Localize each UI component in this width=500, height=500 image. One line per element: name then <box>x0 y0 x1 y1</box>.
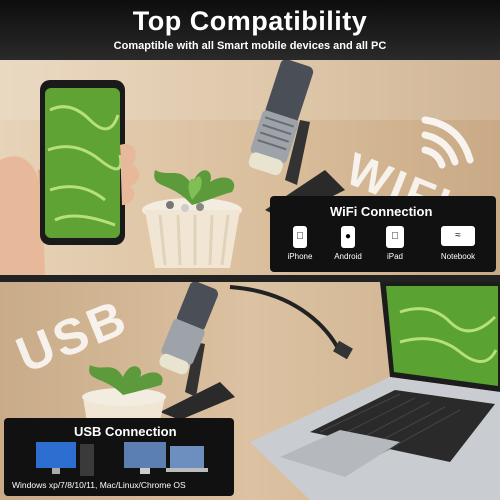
ipad-icon:  <box>386 226 404 248</box>
computer-devices-icon <box>36 442 208 476</box>
device-android: ● Android <box>328 226 368 261</box>
header-banner: Top Compatibility Comaptible with all Sm… <box>0 0 500 60</box>
notebook-wifi-icon: ≈ <box>441 226 475 246</box>
page-title: Top Compatibility <box>132 6 368 36</box>
phone-in-hand-illustration <box>0 80 140 275</box>
usb-os-caption: Windows xp/7/8/10/11, Mac/Linux/Chrome O… <box>12 480 186 490</box>
wifi-connection-panel: WiFi Connection  iPhone ● Android  iPa… <box>270 196 496 272</box>
iphone-icon:  <box>293 226 307 248</box>
device-ipad:  iPad <box>380 226 410 261</box>
android-icon: ● <box>341 226 355 248</box>
usb-connection-panel: USB Connection Windows xp/7/8/10/11, Mac… <box>4 418 234 496</box>
usb-connection-title: USB Connection <box>74 424 177 439</box>
page-subtitle: Comaptible with all Smart mobile devices… <box>113 40 387 52</box>
device-notebook: ≈ Notebook <box>430 226 486 261</box>
panel-divider <box>0 275 500 282</box>
device-iphone:  iPhone <box>282 226 318 261</box>
wifi-connection-title: WiFi Connection <box>330 204 433 219</box>
